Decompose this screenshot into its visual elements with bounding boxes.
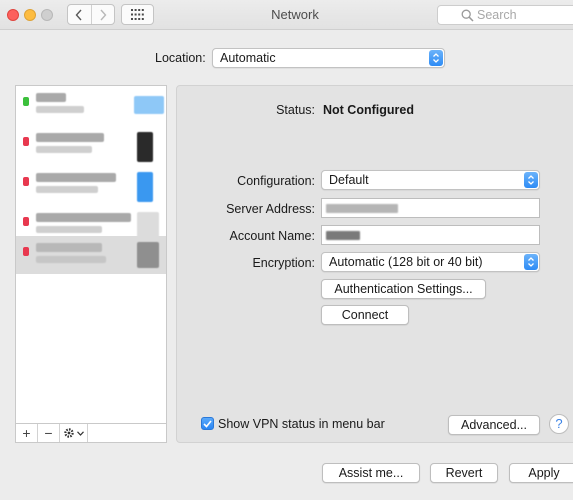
service-item-selected[interactable]	[16, 236, 166, 274]
configuration-value: Default	[329, 173, 369, 187]
server-address-field[interactable]	[321, 198, 540, 218]
service-name-redacted	[36, 173, 116, 182]
status-dot	[23, 247, 29, 256]
checkmark-icon	[203, 419, 212, 428]
assist-me-button[interactable]: Assist me...	[322, 463, 420, 483]
popup-stepper-icon	[524, 172, 538, 188]
encryption-value: Automatic (128 bit or 40 bit)	[329, 255, 483, 269]
location-popup[interactable]: Automatic	[212, 48, 445, 68]
service-status-redacted	[36, 226, 102, 233]
service-item[interactable]	[16, 166, 166, 206]
service-status-redacted	[36, 146, 92, 153]
service-item[interactable]	[16, 86, 166, 126]
popup-stepper-icon	[524, 254, 538, 270]
service-name-redacted	[36, 213, 131, 222]
advanced-button[interactable]: Advanced...	[448, 415, 540, 435]
server-address-redacted	[326, 204, 398, 213]
encryption-popup[interactable]: Automatic (128 bit or 40 bit)	[321, 252, 540, 272]
add-service-button[interactable]: +	[16, 424, 38, 442]
show-vpn-checkbox[interactable]	[201, 417, 214, 430]
configuration-label: Configuration:	[237, 174, 315, 188]
status-dot	[23, 217, 29, 226]
show-vpn-label[interactable]: Show VPN status in menu bar	[218, 417, 385, 431]
title-bar: Network Search	[0, 0, 573, 30]
search-icon	[461, 9, 474, 22]
action-menu-button[interactable]	[60, 424, 88, 442]
account-name-label: Account Name:	[229, 229, 315, 243]
popup-stepper-icon	[429, 50, 443, 66]
status-dot	[23, 177, 29, 186]
service-status-redacted	[36, 106, 84, 113]
status-dot	[23, 137, 29, 146]
service-list: + −	[15, 85, 167, 443]
network-service-icon	[137, 172, 153, 202]
service-name-redacted	[36, 243, 102, 252]
service-status-redacted	[36, 186, 98, 193]
chevron-down-icon	[77, 430, 84, 436]
gear-icon	[64, 428, 74, 438]
network-service-icon	[137, 132, 153, 162]
network-service-icon	[134, 96, 164, 114]
location-value: Automatic	[220, 51, 276, 65]
remove-service-button[interactable]: −	[38, 424, 60, 442]
account-name-redacted	[326, 231, 360, 240]
network-service-icon	[137, 212, 159, 238]
search-field[interactable]: Search	[437, 5, 573, 25]
service-status-redacted	[36, 256, 106, 263]
network-service-icon	[137, 242, 159, 268]
revert-button[interactable]: Revert	[430, 463, 498, 483]
help-button[interactable]: ?	[549, 414, 569, 434]
status-label: Status:	[276, 103, 315, 117]
authentication-settings-button[interactable]: Authentication Settings...	[321, 279, 486, 299]
server-address-label: Server Address:	[226, 202, 315, 216]
encryption-label: Encryption:	[252, 256, 315, 270]
status-value: Not Configured	[323, 103, 414, 117]
service-list-toolbar: + −	[16, 423, 166, 442]
connect-button[interactable]: Connect	[321, 305, 409, 325]
service-item[interactable]	[16, 126, 166, 166]
account-name-field[interactable]	[321, 225, 540, 245]
service-name-redacted	[36, 133, 104, 142]
status-dot	[23, 97, 29, 106]
apply-button[interactable]: Apply	[509, 463, 573, 483]
service-name-redacted	[36, 93, 66, 102]
search-placeholder: Search	[477, 8, 517, 22]
location-label: Location:	[155, 51, 206, 65]
configuration-popup[interactable]: Default	[321, 170, 540, 190]
